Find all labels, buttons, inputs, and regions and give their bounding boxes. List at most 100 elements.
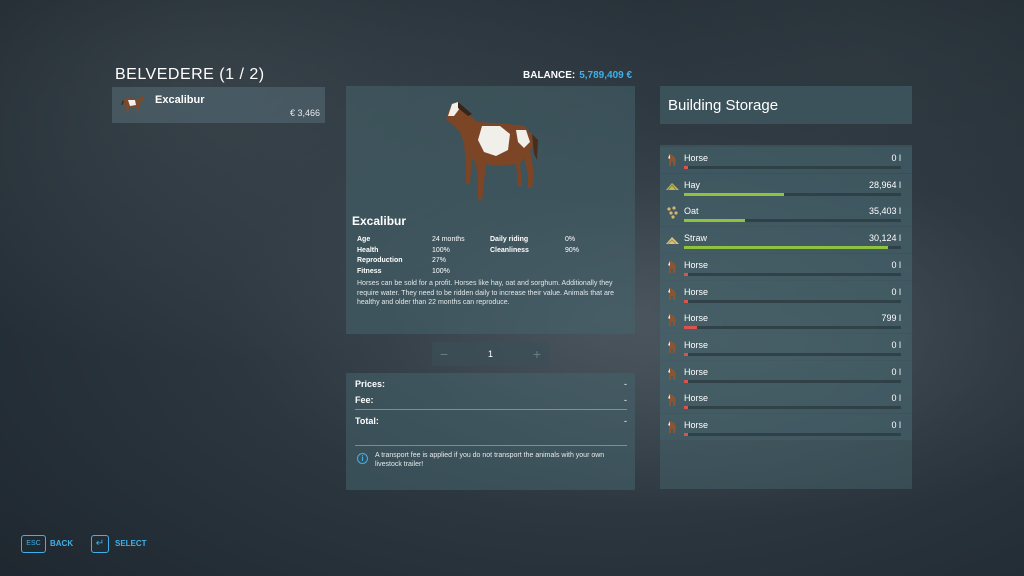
storage-item-name: Horse: [684, 366, 709, 377]
storage-fill-bar: [684, 272, 901, 276]
animal-detail-name: Excalibur: [352, 214, 407, 228]
horse-icon: [668, 340, 676, 353]
stat-daily-riding: Daily riding: [490, 236, 529, 243]
esc-key-icon: ESC: [21, 535, 46, 553]
stat-fitness: Fitness: [357, 267, 382, 275]
stat-health-value: 100%: [432, 246, 450, 254]
divider: [355, 409, 627, 410]
storage-row: Horse 0 l: [660, 333, 912, 360]
enter-key-icon: ↵: [91, 535, 109, 553]
storage-fill-bar: [684, 246, 901, 250]
storage-fill-bar: [684, 326, 901, 330]
storage-item-name: Horse: [684, 286, 709, 297]
stat-reproduction-value: 27%: [432, 257, 447, 264]
storage-item-name: Horse: [684, 313, 709, 324]
storage-fill-bar: [684, 219, 901, 223]
storage-item-name: Horse: [684, 259, 709, 270]
storage-fill-bar: [684, 192, 901, 196]
fee-value: -: [624, 395, 627, 405]
storage-list: Horse 0 l Hay 28,964 l Oat 35,403 l Straw 30,12…: [660, 145, 912, 489]
storage-fill-bar: [684, 299, 901, 303]
quantity-value: 1: [487, 349, 493, 359]
animal-list: Excalibur € 3,466: [112, 87, 325, 123]
increase-button[interactable]: +: [525, 342, 549, 366]
back-label: BACK: [50, 539, 74, 548]
storage-fill-bar: [684, 352, 901, 356]
stat-age: Age: [357, 236, 371, 243]
list-item[interactable]: Excalibur € 3,466: [112, 87, 325, 123]
storage-fill-level: [684, 433, 689, 436]
select-button[interactable]: ↵ SELECT: [91, 535, 151, 553]
fee-label: Fee:: [355, 395, 374, 405]
storage-item-name: Straw: [684, 233, 708, 244]
storage-title: Building Storage: [668, 97, 779, 114]
storage-item-value: 35,403 l: [868, 206, 901, 217]
fee-row: Fee: -: [355, 395, 627, 405]
storage-item-value: 0 l: [891, 153, 901, 163]
total-row: Total: -: [355, 416, 627, 426]
storage-fill-level: [684, 272, 689, 276]
storage-fill-level: [684, 166, 689, 169]
price-summary-panel: Prices: - Fee: - Total: - i A transport …: [346, 373, 635, 490]
balance: BALANCE: 5,789,409 €: [523, 70, 632, 81]
storage-fill-bar: [684, 406, 901, 410]
storage-item-value: 0 l: [891, 286, 901, 297]
horse-icon: [668, 394, 676, 407]
horse-icon: [668, 287, 676, 300]
quantity-stepper: − 1 +: [432, 342, 549, 366]
storage-fill-level: [684, 352, 689, 356]
stat-age-value: 24 months: [432, 236, 465, 243]
storage-fill-level: [684, 299, 689, 303]
decrease-button[interactable]: −: [432, 342, 456, 366]
storage-fill-bar: [684, 433, 901, 436]
animal-description: Horses can be sold for a profit. Horses …: [357, 280, 615, 306]
horse-icon: [668, 421, 676, 433]
horse-icon: [668, 154, 676, 166]
storage-item-value: 0 l: [891, 393, 901, 404]
storage-fill-level: [684, 379, 689, 383]
storage-row: Straw 30,124 l: [660, 227, 912, 254]
storage-row: Oat 35,403 l: [660, 200, 912, 227]
balance-value: 5,789,409 €: [579, 70, 633, 81]
horse-thumbnail-icon: [121, 96, 144, 114]
divider: [355, 445, 627, 446]
storage-row: Horse 0 l: [660, 147, 912, 173]
storage-item-value: 0 l: [891, 420, 901, 430]
stat-cleanliness-value: 90%: [565, 246, 580, 254]
animal-name: Excalibur: [155, 94, 205, 106]
page-title: BELVEDERE (1 / 2): [115, 66, 265, 83]
back-button[interactable]: ESC BACK: [21, 535, 81, 553]
balance-label: BALANCE:: [523, 70, 576, 81]
horse-icon: [668, 260, 676, 273]
straw-icon: [666, 237, 679, 245]
prices-row: Prices: -: [355, 379, 627, 389]
total-value: -: [624, 416, 627, 426]
storage-item-name: Horse: [684, 420, 709, 430]
storage-item-name: Hay: [684, 179, 701, 190]
stat-health: Health: [357, 246, 379, 254]
storage-item-value: 0 l: [891, 259, 901, 270]
storage-item-value: 0 l: [891, 339, 901, 350]
storage-item-name: Horse: [684, 153, 709, 163]
storage-item-value: 30,124 l: [868, 233, 901, 244]
prices-label: Prices:: [355, 379, 386, 389]
storage-fill-bar: [684, 379, 901, 383]
total-label: Total:: [355, 416, 379, 426]
storage-row: Hay 28,964 l: [660, 173, 912, 200]
animal-detail-panel: Excalibur Age 24 months Health 100% Repr…: [346, 86, 635, 334]
storage-item-value: 0 l: [891, 366, 901, 377]
storage-row: Horse 799 l: [660, 307, 912, 334]
storage-item-name: Oat: [684, 206, 699, 217]
stat-reproduction: Reproduction: [357, 257, 403, 264]
storage-header: Building Storage: [660, 86, 912, 124]
storage-fill-level: [684, 219, 745, 223]
horse-icon: [668, 314, 676, 327]
stat-fitness-value: 100%: [432, 267, 450, 275]
storage-item-value: 28,964 l: [868, 179, 901, 190]
storage-row: Horse 0 l: [660, 387, 912, 414]
hay-icon: [666, 182, 679, 190]
oat-icon: [667, 206, 678, 219]
info-icon: i: [357, 453, 368, 464]
storage-item-value: 799 l: [881, 313, 901, 324]
storage-row: Horse 0 l: [660, 414, 912, 440]
